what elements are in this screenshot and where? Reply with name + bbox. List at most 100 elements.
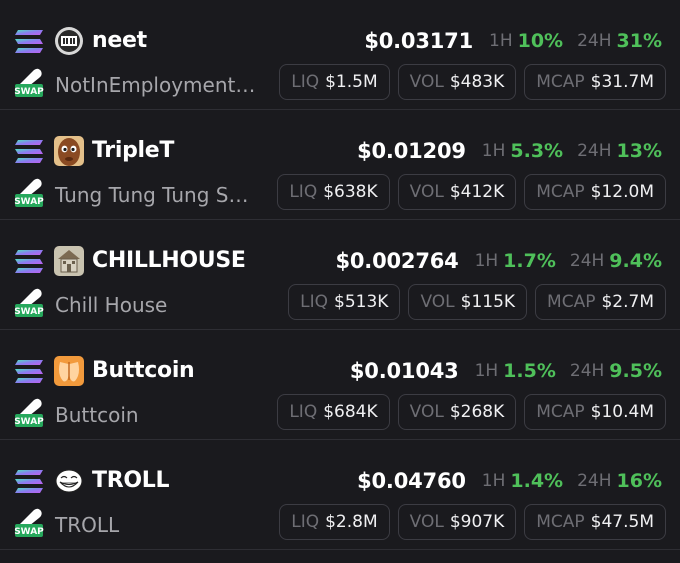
volume-label: VOL <box>420 292 455 312</box>
stats-row: LIQ $1.5M VOL $483K MCAP $31.7M <box>279 64 666 100</box>
market-cap-label: MCAP <box>536 512 585 532</box>
market-cap-badge: MCAP $2.7M <box>535 284 666 320</box>
change-24h-value: 31% <box>616 30 662 52</box>
token-row-troll[interactable]: SWAP TROLL TROLL $0.04760 1H 1.4% 24H 16… <box>0 440 680 550</box>
trollface-icon <box>54 466 84 496</box>
price-line: $0.002764 1H 1.7% 24H 9.4% <box>335 244 662 278</box>
token-name: Tung Tung Tung S… <box>55 183 249 207</box>
token-symbol[interactable]: TROLL <box>92 464 169 498</box>
liquidity-badge: LIQ $1.5M <box>279 64 390 100</box>
solana-icon <box>15 360 43 383</box>
change-24h-value: 9.5% <box>609 360 662 382</box>
solana-icon <box>15 140 43 163</box>
swap-icon[interactable]: SWAP <box>14 66 44 98</box>
change-1h-label: 1H <box>474 361 499 381</box>
token-price: $0.04760 <box>357 469 466 493</box>
volume-value: $412K <box>449 182 505 202</box>
token-price: $0.03171 <box>364 29 473 53</box>
swap-label: SWAP <box>14 307 44 317</box>
liquidity-badge: LIQ $684K <box>277 394 390 430</box>
liquidity-label: LIQ <box>289 182 318 202</box>
neet-logo-icon <box>54 26 84 56</box>
market-cap-value: $31.7M <box>590 72 654 92</box>
swap-icon[interactable]: SWAP <box>14 286 44 318</box>
token-name: TROLL <box>55 513 120 537</box>
volume-badge: VOL $412K <box>397 174 517 210</box>
token-row-neet[interactable]: SWAP neet NotInEmployment… $0.03171 1H 1… <box>0 0 680 110</box>
price-line: $0.03171 1H 10% 24H 31% <box>364 24 662 58</box>
change-1h-value: 1.4% <box>510 470 564 492</box>
volume-value: $907K <box>449 512 505 532</box>
volume-label: VOL <box>409 72 444 92</box>
liquidity-label: LIQ <box>291 512 320 532</box>
swap-label: SWAP <box>14 197 44 207</box>
price-line: $0.01043 1H 1.5% 24H 9.5% <box>350 354 662 388</box>
volume-label: VOL <box>409 182 444 202</box>
change-24h-label: 24H <box>577 31 612 51</box>
token-row-triplet[interactable]: SWAP TripleT Tung Tung Tung S… $0.01209 … <box>0 110 680 220</box>
swap-icon[interactable]: SWAP <box>14 396 44 428</box>
liquidity-value: $684K <box>323 402 378 422</box>
volume-value: $483K <box>449 72 505 92</box>
solana-icon <box>15 250 43 273</box>
change-1h-value: 1.7% <box>503 250 556 272</box>
change-1h-label: 1H <box>481 141 506 161</box>
change-24h-label: 24H <box>569 361 605 381</box>
swap-label: SWAP <box>14 87 44 97</box>
token-price: $0.01043 <box>349 359 459 383</box>
change-24h-value: 9.4% <box>609 250 662 272</box>
token-row-buttcoin[interactable]: SWAP Buttcoin Buttcoin $0.01043 1H 1.5% … <box>0 330 680 440</box>
wooden-figure-icon <box>54 136 84 166</box>
change-1h-value: 10% <box>517 30 564 52</box>
market-cap-value: $12.0M <box>590 182 654 202</box>
token-list: SWAP neet NotInEmployment… $0.03171 1H 1… <box>0 0 680 563</box>
token-symbol[interactable]: TripleT <box>92 134 174 168</box>
change-1h-label: 1H <box>489 31 513 51</box>
liquidity-value: $2.8M <box>325 512 378 532</box>
change-24h-label: 24H <box>569 251 605 271</box>
token-price: $0.002764 <box>335 249 459 273</box>
token-name: NotInEmployment… <box>55 73 256 97</box>
market-cap-label: MCAP <box>536 72 585 92</box>
swap-label: SWAP <box>14 527 44 537</box>
change-24h-label: 24H <box>577 141 612 161</box>
volume-badge: VOL $483K <box>397 64 517 100</box>
token-price: $0.01209 <box>357 139 466 163</box>
solana-icon <box>15 470 43 493</box>
stats-row: LIQ $2.8M VOL $907K MCAP $47.5M <box>279 504 666 540</box>
token-symbol[interactable]: neet <box>92 24 147 58</box>
market-cap-value: $47.5M <box>590 512 654 532</box>
change-1h-label: 1H <box>481 471 506 491</box>
token-symbol[interactable]: CHILLHOUSE <box>92 244 246 278</box>
buttcoin-logo-icon <box>54 356 84 386</box>
liquidity-badge: LIQ $513K <box>288 284 401 320</box>
liquidity-value: $1.5M <box>325 72 378 92</box>
liquidity-badge: LIQ $638K <box>277 174 390 210</box>
stats-row: LIQ $638K VOL $412K MCAP $12.0M <box>277 174 666 210</box>
solana-icon <box>15 30 43 53</box>
liquidity-label: LIQ <box>300 292 329 312</box>
change-24h-value: 16% <box>616 470 662 492</box>
token-name: Chill House <box>55 293 168 317</box>
volume-label: VOL <box>409 402 444 422</box>
change-1h-label: 1H <box>474 251 499 271</box>
volume-badge: VOL $115K <box>408 284 528 320</box>
market-cap-value: $10.4M <box>590 402 654 422</box>
liquidity-value: $638K <box>323 182 378 202</box>
market-cap-label: MCAP <box>547 292 596 312</box>
token-name: Buttcoin <box>55 403 139 427</box>
swap-icon[interactable]: SWAP <box>14 506 44 538</box>
liquidity-badge: LIQ $2.8M <box>279 504 390 540</box>
token-symbol[interactable]: Buttcoin <box>92 354 195 388</box>
volume-label: VOL <box>409 512 444 532</box>
market-cap-label: MCAP <box>536 182 585 202</box>
liquidity-label: LIQ <box>289 402 318 422</box>
price-line: $0.04760 1H 1.4% 24H 16% <box>357 464 662 498</box>
house-icon <box>54 246 84 276</box>
swap-icon[interactable]: SWAP <box>14 176 44 208</box>
token-row-chillhouse[interactable]: SWAP CHILLHOUSE Chill House $0.002764 1H… <box>0 220 680 330</box>
stats-row: LIQ $513K VOL $115K MCAP $2.7M <box>288 284 666 320</box>
price-line: $0.01209 1H 5.3% 24H 13% <box>357 134 662 168</box>
volume-value: $115K <box>460 292 516 312</box>
market-cap-label: MCAP <box>536 402 585 422</box>
